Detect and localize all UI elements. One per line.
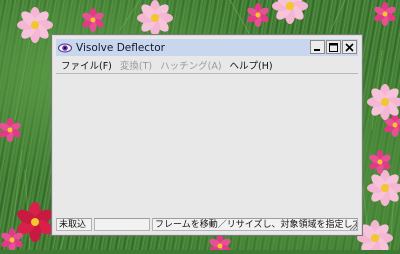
status-message: フレームを移動／リサイズし、対象領域を指定して [152, 218, 358, 231]
menu-help[interactable]: ヘルプ(H) [227, 58, 276, 72]
resize-grip-icon[interactable] [348, 221, 358, 231]
status-pane: 未取込 [56, 218, 92, 231]
close-icon [345, 42, 354, 52]
maximize-button[interactable] [326, 40, 341, 54]
title-bar[interactable]: Visolve Deflector [56, 39, 358, 56]
menu-file[interactable]: ファイル(F) [58, 58, 115, 72]
menu-hatching[interactable]: ハッチング(A) [157, 58, 224, 72]
menu-convert[interactable]: 変換(T) [117, 58, 155, 72]
window-controls [310, 40, 357, 54]
maximize-icon [329, 42, 338, 52]
status-pane-secondary [94, 218, 150, 231]
capture-area[interactable] [56, 73, 358, 217]
window-title: Visolve Deflector [76, 41, 165, 54]
menu-bar: ファイル(F) 変換(T) ハッチング(A) ヘルプ(H) [56, 57, 358, 72]
minimize-button[interactable] [310, 40, 325, 54]
status-bar: 未取込 フレームを移動／リサイズし、対象領域を指定して [56, 218, 358, 232]
minimize-icon [314, 48, 320, 51]
app-window[interactable]: Visolve Deflector ファイル(F) 変換(T) ハッチング(A)… [51, 34, 363, 236]
close-button[interactable] [342, 40, 357, 54]
eye-icon [58, 43, 72, 52]
